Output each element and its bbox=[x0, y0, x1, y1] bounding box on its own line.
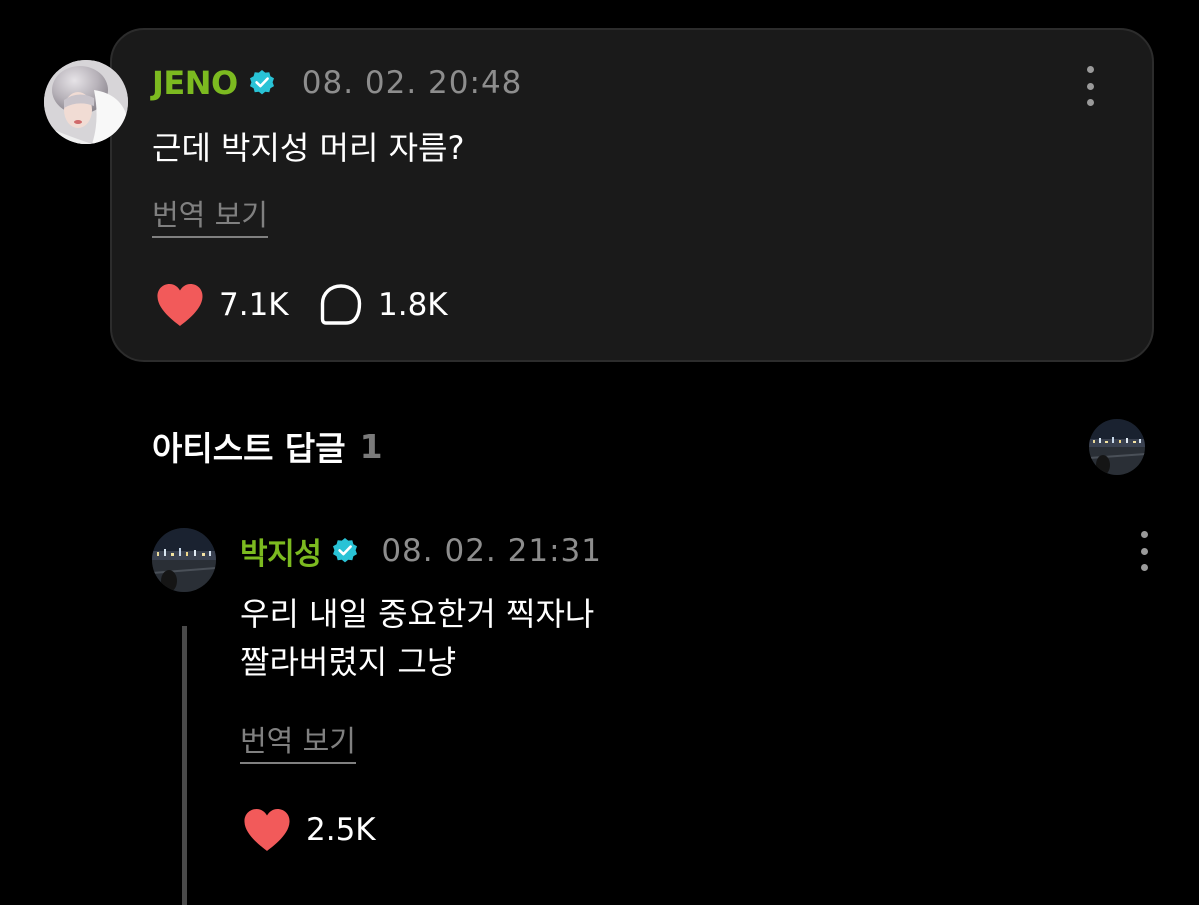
reply-thread-line bbox=[182, 626, 187, 905]
reply-more-options-button[interactable] bbox=[1137, 531, 1151, 571]
post-more-options-button[interactable] bbox=[1083, 66, 1097, 106]
reply-timestamp: 08. 02. 21:31 bbox=[381, 533, 602, 569]
comment-bubble-icon bbox=[320, 284, 362, 325]
artist-replies-header: 아티스트 답글 1 bbox=[152, 424, 383, 469]
heart-icon bbox=[244, 809, 290, 851]
post-comment-button[interactable]: 1.8K bbox=[318, 281, 448, 329]
reply-author-row: 박지성 08. 02. 21:31 bbox=[240, 530, 602, 572]
reply-text-line: 우리 내일 중요한거 찍자나 bbox=[240, 595, 595, 633]
reply-text: 우리 내일 중요한거 찍자나 짤라버렸지 그냥 bbox=[240, 590, 594, 686]
post-comment-count: 1.8K bbox=[378, 287, 448, 323]
reply-like-button[interactable]: 2.5K bbox=[242, 806, 376, 854]
artist-replies-count: 1 bbox=[359, 426, 383, 466]
post-like-button[interactable]: 7.1K bbox=[155, 281, 289, 329]
post-timestamp: 08. 02. 20:48 bbox=[301, 65, 523, 101]
reply-author-avatar[interactable] bbox=[152, 528, 216, 592]
post-author-row: JENO 08. 02. 20:48 bbox=[152, 62, 522, 104]
reply-author-name[interactable]: 박지성 bbox=[240, 529, 322, 573]
post-text: 근데 박지성 머리 자름? bbox=[152, 129, 465, 167]
post-translate-link[interactable]: 번역 보기 bbox=[152, 192, 268, 238]
reply-like-count: 2.5K bbox=[306, 812, 376, 848]
artist-replies-title: 아티스트 답글 bbox=[152, 429, 346, 468]
more-vertical-icon bbox=[1086, 66, 1094, 73]
verified-badge-icon bbox=[333, 538, 358, 563]
artist-avatar-photo bbox=[1089, 419, 1145, 475]
user-avatar-photo bbox=[44, 60, 128, 144]
artist-avatar-photo bbox=[152, 528, 216, 592]
artist-replies-avatar[interactable] bbox=[1089, 419, 1145, 475]
reply-translate-link[interactable]: 번역 보기 bbox=[240, 718, 356, 764]
post-author-name[interactable]: JENO bbox=[152, 64, 238, 102]
reply-text-line: 짤라버렸지 그냥 bbox=[240, 643, 457, 681]
comment-thread-page: JENO 08. 02. 20:48 근데 박지성 머리 자름? 번역 보기 7… bbox=[0, 0, 1199, 905]
verified-badge-icon bbox=[249, 70, 274, 95]
user-avatar[interactable] bbox=[44, 60, 128, 144]
post-like-count: 7.1K bbox=[219, 287, 289, 323]
more-vertical-icon bbox=[1140, 531, 1148, 538]
heart-icon bbox=[157, 284, 203, 326]
